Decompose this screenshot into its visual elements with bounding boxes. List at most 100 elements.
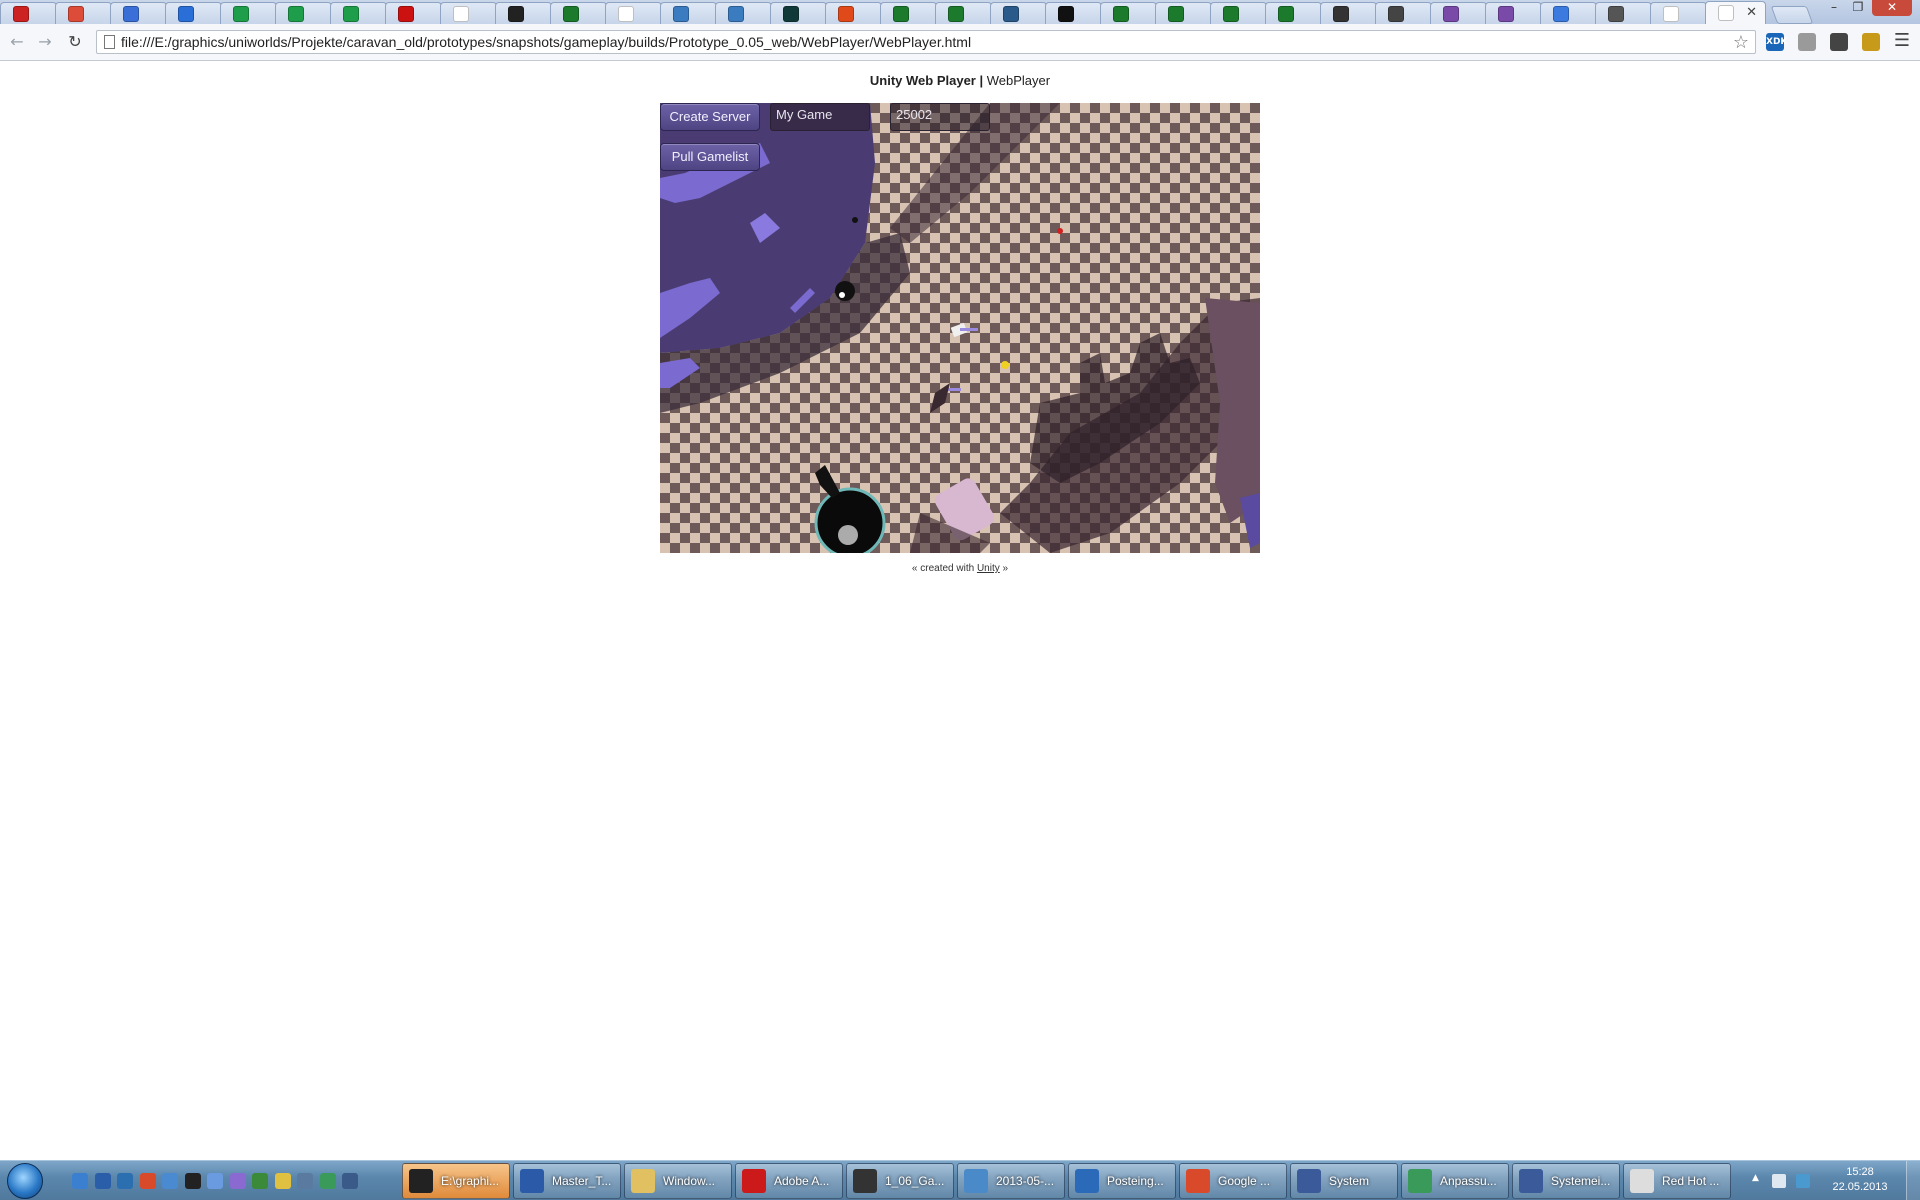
taskbar-button[interactable]: E:\graphi...: [402, 1163, 510, 1199]
browser-tab-12[interactable]: [605, 2, 662, 24]
taskbar-button[interactable]: Master_T...: [513, 1163, 621, 1199]
browser-tab-27[interactable]: [1430, 2, 1487, 24]
minimize-button[interactable]: –: [1822, 0, 1846, 16]
browser-tab-2[interactable]: [55, 2, 112, 24]
browser-tab-28[interactable]: [1485, 2, 1542, 24]
browser-tab-9[interactable]: [440, 2, 497, 24]
browser-tab-1[interactable]: [0, 2, 57, 24]
bookmark-star-icon[interactable]: ☆: [1733, 32, 1749, 53]
quicklaunch-icon[interactable]: [184, 1173, 201, 1189]
tab-favicon-icon: [1443, 5, 1459, 22]
quicklaunch-icon[interactable]: [274, 1173, 291, 1189]
quicklaunch-icon[interactable]: [139, 1173, 156, 1189]
tab-favicon-icon: [838, 5, 854, 22]
browser-tab-16[interactable]: [825, 2, 882, 24]
browser-tab-18[interactable]: [935, 2, 992, 24]
unity-link[interactable]: Unity: [977, 563, 1000, 574]
browser-tab-32[interactable]: ✕: [1705, 1, 1766, 24]
extension-3-icon[interactable]: [1830, 33, 1848, 51]
xdk-extension-icon[interactable]: XDK: [1766, 33, 1787, 51]
address-bar[interactable]: file:///E:/graphics/uniworlds/Projekte/c…: [96, 30, 1756, 54]
browser-tab-23[interactable]: [1210, 2, 1267, 24]
extension-2-icon[interactable]: [1798, 33, 1816, 51]
maximize-button[interactable]: ❐: [1846, 0, 1870, 16]
chrome-menu-icon[interactable]: ☰: [1893, 32, 1911, 50]
purple-patch: [1240, 493, 1260, 548]
browser-tab-13[interactable]: [660, 2, 717, 24]
browser-tab-11[interactable]: [550, 2, 607, 24]
taskbar-button[interactable]: Red Hot ...: [1623, 1163, 1731, 1199]
tab-favicon-icon: [1113, 5, 1129, 22]
quicklaunch-icon[interactable]: [117, 1173, 133, 1189]
quicklaunch-icon[interactable]: [72, 1173, 88, 1189]
browser-tab-24[interactable]: [1265, 2, 1322, 24]
tab-close-icon[interactable]: ✕: [1746, 5, 1757, 20]
taskbar-label: Anpassu...: [1440, 1174, 1497, 1188]
extension-4-icon[interactable]: [1862, 33, 1880, 51]
taskbar-button[interactable]: 1_06_Ga...: [846, 1163, 954, 1199]
taskbar-button[interactable]: System: [1290, 1163, 1398, 1199]
enemy-character: [835, 281, 855, 301]
taskbar-label: Google ...: [1218, 1174, 1271, 1188]
new-tab-button[interactable]: [1770, 6, 1814, 24]
taskbar-button[interactable]: Anpassu...: [1401, 1163, 1509, 1199]
back-button[interactable]: ←: [6, 31, 28, 53]
game-name-field[interactable]: My Game: [770, 103, 870, 131]
browser-tab-22[interactable]: [1155, 2, 1212, 24]
browser-tab-8[interactable]: [385, 2, 442, 24]
quicklaunch-icon[interactable]: [207, 1173, 223, 1189]
taskbar-button[interactable]: Systemei...: [1512, 1163, 1620, 1199]
tab-favicon-icon: [673, 5, 689, 22]
browser-tab-3[interactable]: [110, 2, 167, 24]
browser-tab-31[interactable]: [1650, 2, 1707, 24]
port-field[interactable]: 25002: [890, 103, 990, 131]
quicklaunch-icon[interactable]: [297, 1173, 313, 1189]
tab-favicon-icon: [13, 5, 29, 22]
browser-tab-19[interactable]: [990, 2, 1047, 24]
taskbar-button[interactable]: Google ...: [1179, 1163, 1287, 1199]
taskbar-app-icon: [1408, 1169, 1432, 1193]
browser-tab-6[interactable]: [275, 2, 332, 24]
browser-tab-5[interactable]: [220, 2, 277, 24]
browser-tab-17[interactable]: [880, 2, 937, 24]
browser-tab-20[interactable]: [1045, 2, 1102, 24]
unity-game-viewport[interactable]: Create Server My Game 25002 Pull Gamelis…: [660, 103, 1260, 553]
taskbar-button[interactable]: Adobe A...: [735, 1163, 843, 1199]
browser-tab-29[interactable]: [1540, 2, 1597, 24]
pull-gamelist-button[interactable]: Pull Gamelist: [660, 143, 760, 171]
browser-tab-26[interactable]: [1375, 2, 1432, 24]
tray-expand-icon[interactable]: ▲: [1752, 1173, 1759, 1183]
start-button[interactable]: [7, 1163, 43, 1199]
taskbar-label: Posteing...: [1107, 1174, 1164, 1188]
quicklaunch-icon[interactable]: [252, 1173, 268, 1189]
reload-button[interactable]: ↻: [64, 31, 86, 53]
browser-tab-30[interactable]: [1595, 2, 1652, 24]
clock[interactable]: 15:28 22.05.2013: [1826, 1165, 1894, 1195]
address-url[interactable]: file:///E:/graphics/uniworlds/Projekte/c…: [121, 34, 971, 50]
tab-favicon-icon: [1278, 5, 1294, 22]
browser-tab-7[interactable]: [330, 2, 387, 24]
browser-tab-4[interactable]: [165, 2, 222, 24]
browser-tab-25[interactable]: [1320, 2, 1377, 24]
close-window-button[interactable]: ✕: [1872, 0, 1912, 16]
browser-tab-15[interactable]: [770, 2, 827, 24]
quicklaunch-icon[interactable]: [229, 1173, 246, 1189]
network-icon[interactable]: [1796, 1174, 1810, 1188]
taskbar-button[interactable]: Window...: [624, 1163, 732, 1199]
quicklaunch-icon[interactable]: [319, 1173, 336, 1189]
create-server-button[interactable]: Create Server: [660, 103, 760, 131]
quicklaunch-icon[interactable]: [94, 1173, 111, 1189]
show-desktop-button[interactable]: [1906, 1161, 1920, 1200]
taskbar-app-icon: [1519, 1169, 1543, 1193]
quicklaunch-icon[interactable]: [162, 1173, 178, 1189]
browser-tab-14[interactable]: [715, 2, 772, 24]
browser-tab-21[interactable]: [1100, 2, 1157, 24]
taskbar-button[interactable]: Posteing...: [1068, 1163, 1176, 1199]
quicklaunch-icon[interactable]: [342, 1173, 358, 1189]
tab-favicon-icon: [233, 5, 249, 22]
taskbar-app-icon: [409, 1169, 433, 1193]
forward-button[interactable]: →: [34, 31, 56, 53]
taskbar-button[interactable]: 2013-05-...: [957, 1163, 1065, 1199]
browser-tab-10[interactable]: [495, 2, 552, 24]
action-center-icon[interactable]: [1772, 1174, 1786, 1188]
